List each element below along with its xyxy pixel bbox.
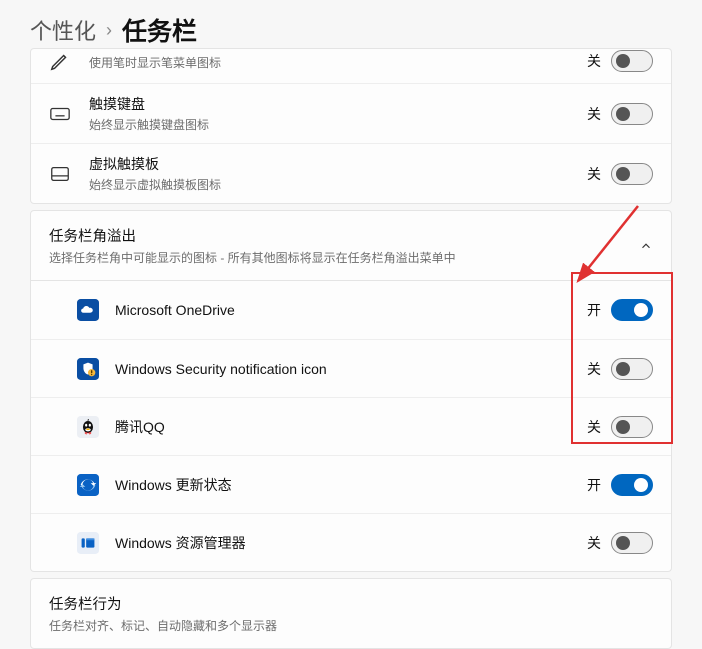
setting-touch-keyboard[interactable]: 触摸键盘 始终显示触摸键盘图标 关	[31, 83, 671, 143]
state-label: 关	[587, 533, 601, 553]
overflow-section-header[interactable]: 任务栏角溢出 选择任务栏角中可能显示的图标 - 所有其他图标将显示在任务栏角溢出…	[30, 210, 672, 281]
pen-icon	[49, 50, 71, 72]
state-label: 关	[587, 417, 601, 437]
setting-title: 虚拟触摸板	[89, 154, 587, 174]
behavior-sub: 任务栏对齐、标记、自动隐藏和多个显示器	[49, 617, 653, 634]
update-icon	[77, 474, 99, 496]
setting-title: 触摸键盘	[89, 94, 587, 114]
onedrive-icon	[77, 299, 99, 321]
state-label: 开	[587, 300, 601, 320]
overflow-title: 任务栏角溢出	[49, 225, 639, 246]
breadcrumb-parent[interactable]: 个性化	[30, 14, 96, 46]
toggle-touch-keyboard[interactable]	[611, 103, 653, 125]
state-label: 关	[587, 104, 601, 124]
corner-icons-panel: 使用笔时显示笔菜单图标 关 触摸键盘 始终显示触摸键盘图标 关 虚拟触摸板 始终…	[30, 48, 672, 204]
overflow-sub: 选择任务栏角中可能显示的图标 - 所有其他图标将显示在任务栏角溢出菜单中	[49, 249, 639, 266]
overflow-item-title: Windows 资源管理器	[115, 533, 587, 553]
toggle-security[interactable]	[611, 358, 653, 380]
touchpad-icon	[49, 163, 71, 185]
state-label: 关	[587, 51, 601, 71]
qq-icon	[77, 416, 99, 438]
setting-virtual-touchpad[interactable]: 虚拟触摸板 始终显示虚拟触摸板图标 关	[31, 143, 671, 203]
toggle-onedrive[interactable]	[611, 299, 653, 321]
state-label: 开	[587, 475, 601, 495]
overflow-item-title: 腾讯QQ	[115, 417, 587, 437]
overflow-item-windows-update[interactable]: Windows 更新状态 开	[31, 455, 671, 513]
toggle-explorer[interactable]	[611, 532, 653, 554]
overflow-list: Microsoft OneDrive 开 Windows Security no…	[30, 281, 672, 572]
keyboard-icon	[49, 103, 71, 125]
toggle-windows-update[interactable]	[611, 474, 653, 496]
setting-sub: 始终显示触摸键盘图标	[89, 116, 587, 133]
state-label: 关	[587, 164, 601, 184]
breadcrumb-separator: ›	[106, 20, 112, 41]
behavior-section-header[interactable]: 任务栏行为 任务栏对齐、标记、自动隐藏和多个显示器	[30, 578, 672, 649]
setting-pen-sub: 使用笔时显示笔菜单图标	[89, 54, 587, 71]
overflow-item-security[interactable]: Windows Security notification icon 关	[31, 339, 671, 397]
overflow-item-onedrive[interactable]: Microsoft OneDrive 开	[31, 281, 671, 339]
setting-sub: 始终显示虚拟触摸板图标	[89, 176, 587, 193]
breadcrumb-current: 任务栏	[122, 12, 197, 48]
toggle-qq[interactable]	[611, 416, 653, 438]
overflow-item-title: Windows Security notification icon	[115, 361, 587, 377]
overflow-item-title: Microsoft OneDrive	[115, 302, 587, 318]
overflow-item-explorer[interactable]: Windows 资源管理器 关	[31, 513, 671, 571]
security-icon	[77, 358, 99, 380]
state-label: 关	[587, 359, 601, 379]
behavior-title: 任务栏行为	[49, 593, 653, 614]
toggle-virtual-touchpad[interactable]	[611, 163, 653, 185]
overflow-item-title: Windows 更新状态	[115, 475, 587, 495]
overflow-item-qq[interactable]: 腾讯QQ 关	[31, 397, 671, 455]
toggle-pen-menu[interactable]	[611, 50, 653, 72]
chevron-up-icon	[639, 239, 653, 253]
explorer-icon	[77, 532, 99, 554]
setting-pen-menu[interactable]: 使用笔时显示笔菜单图标 关	[31, 49, 671, 83]
